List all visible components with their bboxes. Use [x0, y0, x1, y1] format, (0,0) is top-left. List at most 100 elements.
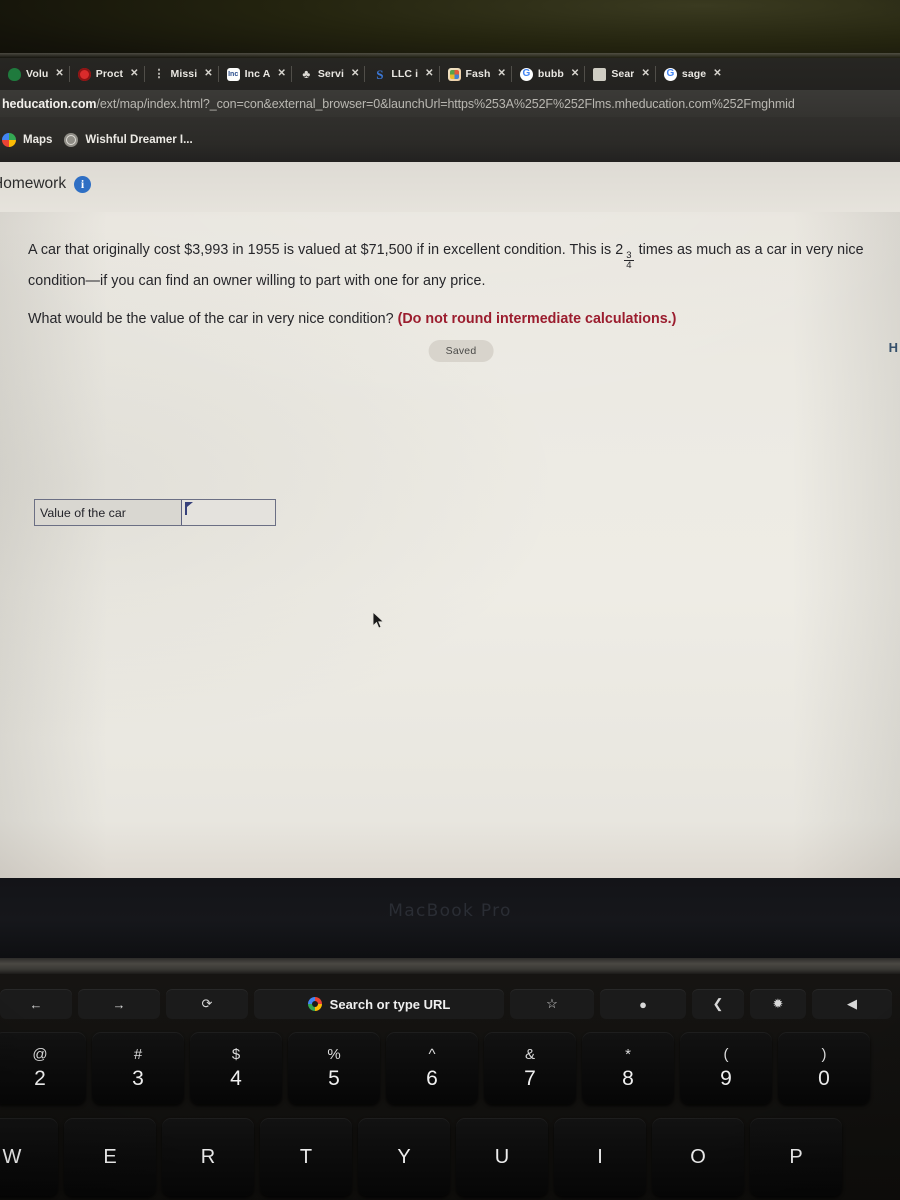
- close-icon[interactable]: ✕: [641, 69, 649, 79]
- laptop-photo: Volu ✕ Proct ✕ ⋮ Missi ✕ Inc Inc A ✕ ♣ Servi ✕ S LLC i…: [0, 0, 900, 1200]
- google-favicon: [519, 67, 533, 81]
- status-badge: Saved: [428, 340, 494, 362]
- tab-strip: Volu ✕ Proct ✕ ⋮ Missi ✕ Inc Inc A ✕ ♣ Servi ✕ S LLC i…: [0, 58, 900, 90]
- close-icon[interactable]: ✕: [425, 69, 433, 79]
- mouse-cursor-icon: [372, 611, 385, 629]
- inc-shield-favicon: Inc: [226, 67, 240, 81]
- close-icon[interactable]: ✕: [713, 69, 721, 79]
- close-icon[interactable]: ✕: [130, 69, 138, 79]
- brand-label: MacBook Pro: [388, 901, 512, 921]
- key-3[interactable]: #3: [92, 1032, 184, 1104]
- touchbar-back[interactable]: ←: [0, 989, 72, 1019]
- tab-label: Volu: [26, 68, 49, 80]
- keyboard-letter-row: W E RT Y U I O P: [0, 1118, 842, 1196]
- key-5[interactable]: % 5: [288, 1032, 380, 1104]
- touchbar-media[interactable]: ●: [600, 989, 686, 1019]
- browser-tab-7[interactable]: bubb ✕: [510, 61, 585, 87]
- tab-label: Servi: [317, 68, 345, 80]
- url-path: /ext/map/index.html?_con=con&external_br…: [96, 96, 795, 111]
- key-O[interactable]: O: [652, 1118, 744, 1196]
- question-line-1: A car that originally cost $3,993 in 195…: [28, 240, 888, 293]
- info-icon[interactable]: i: [74, 175, 92, 193]
- key-T[interactable]: T: [260, 1118, 352, 1196]
- page-title-label: Homework: [0, 175, 67, 192]
- key-8[interactable]: * 8: [582, 1032, 674, 1104]
- close-icon[interactable]: ✕: [497, 69, 505, 79]
- browser-tab-1[interactable]: Proct ✕: [68, 61, 145, 87]
- key-number: 4: [230, 1067, 242, 1090]
- touchbar-reload[interactable]: ⟳: [166, 989, 248, 1019]
- key-7[interactable]: & 7: [484, 1032, 576, 1104]
- tab-label: Fash: [465, 68, 491, 80]
- key-Y[interactable]: Y: [358, 1118, 450, 1196]
- key-0[interactable]: ) 0: [778, 1032, 870, 1104]
- touch-bar: ← → ⟳ Search or type URL ☆ ● ❮ ✹ ◀: [0, 988, 900, 1020]
- browser-tab-6[interactable]: Fash ✕: [438, 61, 512, 87]
- clover-favicon: ♣: [302, 67, 311, 81]
- browser-tab-2[interactable]: ⋮ Missi ✕: [143, 61, 219, 87]
- tab-label: Inc A: [244, 68, 271, 80]
- bookmark-item-1[interactable]: Wishful Dreamer I...: [64, 132, 193, 147]
- help-link[interactable]: H: [889, 340, 898, 355]
- s-letter-favicon: S: [376, 67, 384, 81]
- key-E[interactable]: E: [64, 1118, 156, 1196]
- key-I[interactable]: I: [554, 1118, 646, 1196]
- browser-tab-5[interactable]: S LLC i ✕: [364, 61, 439, 87]
- key-letter: W: [2, 1146, 22, 1168]
- touchbar-search-url[interactable]: Search or type URL: [254, 989, 504, 1019]
- touchbar-volume[interactable]: ❮: [692, 989, 744, 1019]
- mixed-number: 234: [615, 242, 634, 271]
- key-9[interactable]: (9: [680, 1032, 772, 1104]
- browser-tab-0[interactable]: Volu ✕: [0, 61, 70, 87]
- touchbar-forward[interactable]: →: [78, 989, 160, 1019]
- answer-input[interactable]: [181, 500, 275, 525]
- browser-tab-9[interactable]: sage ✕: [654, 61, 728, 87]
- bookmark-item-0[interactable]: Maps: [2, 132, 52, 147]
- url-text: heducation.com/ext/map/index.html?_con=c…: [0, 97, 795, 111]
- address-bar[interactable]: heducation.com/ext/map/index.html?_con=c…: [0, 90, 900, 117]
- key-letter: E: [103, 1146, 117, 1168]
- screen-top-bezel: [0, 0, 900, 58]
- key-2[interactable]: @2: [0, 1032, 86, 1104]
- touchbar-bookmark[interactable]: ☆: [510, 989, 594, 1019]
- key-symbol: %: [327, 1046, 341, 1063]
- close-icon[interactable]: ✕: [571, 69, 579, 79]
- key-number: 9: [720, 1067, 732, 1090]
- key-6[interactable]: ^ 6: [386, 1032, 478, 1104]
- vertical-dots-favicon: ⋮: [153, 67, 165, 80]
- tab-label: Proct: [95, 68, 124, 80]
- close-icon[interactable]: ✕: [351, 69, 359, 79]
- browser-tab-4[interactable]: ♣ Servi ✕: [290, 61, 366, 87]
- key-letter: Y: [397, 1146, 411, 1168]
- globe-icon: [64, 132, 79, 147]
- key-U[interactable]: U: [456, 1118, 548, 1196]
- key-letter: P: [789, 1146, 803, 1168]
- maps-icon: [2, 132, 16, 147]
- colorful-grid-favicon: [447, 67, 461, 81]
- red-circle-favicon: [77, 67, 91, 81]
- key-letter: U: [494, 1146, 510, 1168]
- touchbar-brightness[interactable]: ✹: [750, 989, 806, 1019]
- key-symbol: $: [231, 1046, 241, 1063]
- close-icon[interactable]: ✕: [277, 69, 285, 79]
- answer-label: Value of the car: [40, 505, 126, 520]
- keyboard-number-row: @2 #3 $4% 5 ^ 6 & 7 * 8(9) 0: [0, 1032, 870, 1104]
- close-icon[interactable]: ✕: [204, 69, 212, 79]
- key-P[interactable]: P: [750, 1118, 842, 1196]
- browser-chrome: Volu ✕ Proct ✕ ⋮ Missi ✕ Inc Inc A ✕ ♣ Servi ✕ S LLC i…: [0, 58, 900, 162]
- browser-tab-3[interactable]: Inc Inc A ✕: [217, 61, 292, 87]
- text-caret: [185, 502, 193, 515]
- key-R[interactable]: R: [162, 1118, 254, 1196]
- key-number: 2: [34, 1067, 46, 1090]
- key-4[interactable]: $4: [190, 1032, 282, 1104]
- key-number: 7: [524, 1067, 536, 1090]
- close-icon[interactable]: ✕: [55, 69, 63, 79]
- answer-row: Value of the car: [34, 499, 276, 526]
- fraction: 34: [624, 251, 634, 271]
- key-letter: O: [690, 1146, 706, 1168]
- browser-tab-8[interactable]: Sear ✕: [584, 61, 656, 87]
- touchbar-mute[interactable]: ◀: [812, 989, 892, 1019]
- tab-label: Sear: [611, 68, 635, 80]
- tab-label: LLC i: [391, 68, 419, 80]
- key-W[interactable]: W: [0, 1118, 58, 1196]
